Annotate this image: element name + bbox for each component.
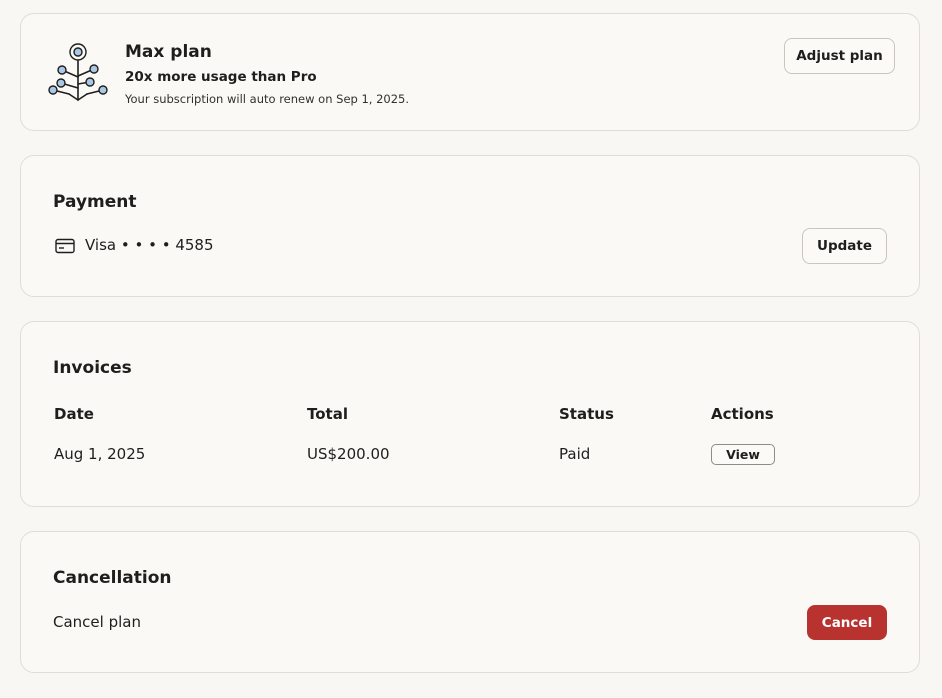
plan-card: Max plan 20x more usage than Pro Your su… xyxy=(20,13,920,131)
plan-name: Max plan xyxy=(125,42,212,62)
cancellation-card: Cancellation Cancel plan Cancel xyxy=(20,531,920,673)
column-header-total: Total xyxy=(307,405,348,423)
column-header-actions: Actions xyxy=(711,405,774,423)
cancel-plan-label: Cancel plan xyxy=(53,613,141,631)
invoice-total: US$200.00 xyxy=(307,445,390,463)
plant-tree-icon xyxy=(48,43,108,101)
card-details: Visa • • • • 4585 xyxy=(85,236,214,254)
column-header-date: Date xyxy=(54,405,94,423)
cancel-button[interactable]: Cancel xyxy=(807,605,887,640)
plan-tagline: 20x more usage than Pro xyxy=(125,69,317,85)
payment-title: Payment xyxy=(53,192,137,212)
invoice-status: Paid xyxy=(559,445,591,463)
invoices-title: Invoices xyxy=(53,358,132,378)
invoice-date: Aug 1, 2025 xyxy=(54,445,146,463)
plan-renew-text: Your subscription will auto renew on Sep… xyxy=(125,92,410,106)
update-payment-button[interactable]: Update xyxy=(802,228,887,264)
view-invoice-button[interactable]: View xyxy=(711,444,775,465)
column-header-status: Status xyxy=(559,405,614,423)
adjust-plan-button[interactable]: Adjust plan xyxy=(784,38,895,74)
invoices-card: Invoices Date Total Status Actions Aug 1… xyxy=(20,321,920,507)
cancellation-title: Cancellation xyxy=(53,568,172,588)
credit-card-icon xyxy=(55,238,75,254)
payment-card: Payment Visa • • • • 4585 Update xyxy=(20,155,920,297)
